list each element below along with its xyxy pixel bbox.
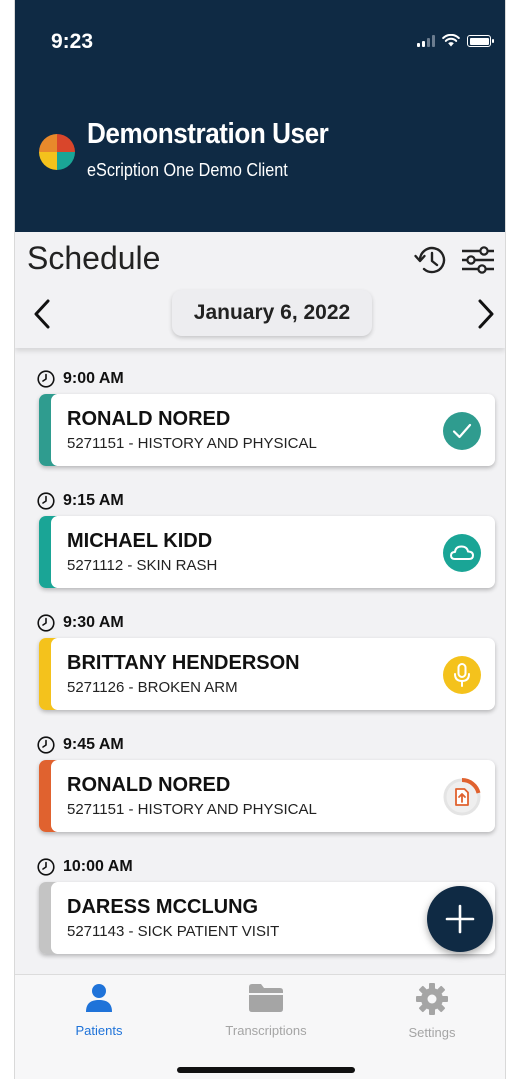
appointment-card-body: MICHAEL KIDD 5271112 - SKIN RASH xyxy=(51,516,495,588)
appointment-time-label: 9:45 AM xyxy=(63,736,124,753)
appointment-time-label: 9:00 AM xyxy=(63,370,124,387)
tab-label: Transcriptions xyxy=(225,1023,307,1038)
cellular-signal-icon xyxy=(417,35,435,47)
bottom-navigation: Patients Transcriptions Settings xyxy=(15,974,505,1079)
patient-name: BRITTANY HENDERSON xyxy=(67,652,300,674)
check-icon[interactable] xyxy=(443,412,481,450)
appointment-detail: 5271126 - BROKEN ARM xyxy=(67,679,238,696)
appointment-time-label: 9:30 AM xyxy=(63,614,124,631)
add-patient-button[interactable] xyxy=(427,886,493,952)
clock-icon xyxy=(37,614,55,632)
upload-progress-icon[interactable] xyxy=(443,778,481,816)
page-title: Schedule xyxy=(27,240,161,276)
appointment-card-body: RONALD NORED 5271151 - HISTORY AND PHYSI… xyxy=(51,394,495,466)
app-header: 9:23 Demonstration User eScription One D… xyxy=(15,0,505,232)
appointment-slot: 9:30 AM BRITTANY HENDERSON 5271126 - BRO… xyxy=(15,612,505,734)
patient-name: RONALD NORED xyxy=(67,408,231,430)
appointment-slot: 9:00 AM RONALD NORED 5271151 - HISTORY A… xyxy=(15,368,505,490)
appointment-time: 9:45 AM xyxy=(37,734,124,756)
tab-transcriptions[interactable]: Transcriptions xyxy=(201,983,331,1045)
appointment-time: 9:00 AM xyxy=(37,368,124,390)
appointment-time-label: 10:00 AM xyxy=(63,858,133,875)
date-selector[interactable]: January 6, 2022 xyxy=(172,290,372,336)
folder-icon xyxy=(249,984,283,1012)
battery-icon xyxy=(467,35,494,47)
tab-label: Settings xyxy=(408,1025,456,1040)
history-icon[interactable] xyxy=(413,242,449,278)
patient-name: DARESS MCCLUNG xyxy=(67,896,259,918)
previous-day-button[interactable] xyxy=(31,298,53,330)
home-indicator[interactable] xyxy=(177,1067,355,1073)
appointment-card[interactable]: RONALD NORED 5271151 - HISTORY AND PHYSI… xyxy=(39,760,495,832)
appointment-detail: 5271143 - SICK PATIENT VISIT xyxy=(67,923,280,940)
appointment-time: 9:15 AM xyxy=(37,490,124,512)
patient-name: MICHAEL KIDD xyxy=(67,530,213,552)
appointment-slot: 9:45 AM RONALD NORED 5271151 - HISTORY A… xyxy=(15,734,505,856)
status-time: 9:23 xyxy=(51,30,94,53)
appointment-detail: 5271151 - HISTORY AND PHYSICAL xyxy=(67,435,317,452)
phone-screen: 9:23 Demonstration User eScription One D… xyxy=(14,0,506,1079)
patient-name: RONALD NORED xyxy=(67,774,231,796)
appointment-card[interactable]: RONALD NORED 5271151 - HISTORY AND PHYSI… xyxy=(39,394,495,466)
appointment-detail: 5271112 - SKIN RASH xyxy=(67,557,218,574)
person-icon xyxy=(86,984,112,1012)
clock-icon xyxy=(37,736,55,754)
appointment-slot: 9:15 AM MICHAEL KIDD 5271112 - SKIN RASH xyxy=(15,490,505,612)
clock-icon xyxy=(37,370,55,388)
cloud-icon[interactable] xyxy=(443,534,481,572)
app-logo-icon xyxy=(39,134,75,170)
tab-patients[interactable]: Patients xyxy=(34,983,164,1045)
appointment-list[interactable]: 9:00 AM RONALD NORED 5271151 - HISTORY A… xyxy=(15,348,505,974)
user-name: Demonstration User xyxy=(87,118,329,150)
appointment-time: 10:00 AM xyxy=(37,856,133,878)
status-icons xyxy=(417,34,494,47)
appointment-time: 9:30 AM xyxy=(37,612,124,634)
appointment-card[interactable]: MICHAEL KIDD 5271112 - SKIN RASH xyxy=(39,516,495,588)
schedule-header: Schedule January 6, 2022 xyxy=(15,232,505,348)
appointment-detail: 5271151 - HISTORY AND PHYSICAL xyxy=(67,801,317,818)
filter-icon[interactable] xyxy=(461,244,495,276)
appointment-card[interactable]: BRITTANY HENDERSON 5271126 - BROKEN ARM xyxy=(39,638,495,710)
appointment-card-body: RONALD NORED 5271151 - HISTORY AND PHYSI… xyxy=(51,760,495,832)
microphone-icon[interactable] xyxy=(443,656,481,694)
next-day-button[interactable] xyxy=(475,298,497,330)
tab-label: Patients xyxy=(75,1023,123,1038)
plus-icon xyxy=(445,904,475,934)
client-name: eScription One Demo Client xyxy=(87,160,288,180)
clock-icon xyxy=(37,492,55,510)
gear-icon xyxy=(416,983,448,1015)
wifi-icon xyxy=(442,34,460,47)
appointment-card-body: BRITTANY HENDERSON 5271126 - BROKEN ARM xyxy=(51,638,495,710)
appointment-time-label: 9:15 AM xyxy=(63,492,124,509)
clock-icon xyxy=(37,858,55,876)
tab-settings[interactable]: Settings xyxy=(367,983,497,1045)
